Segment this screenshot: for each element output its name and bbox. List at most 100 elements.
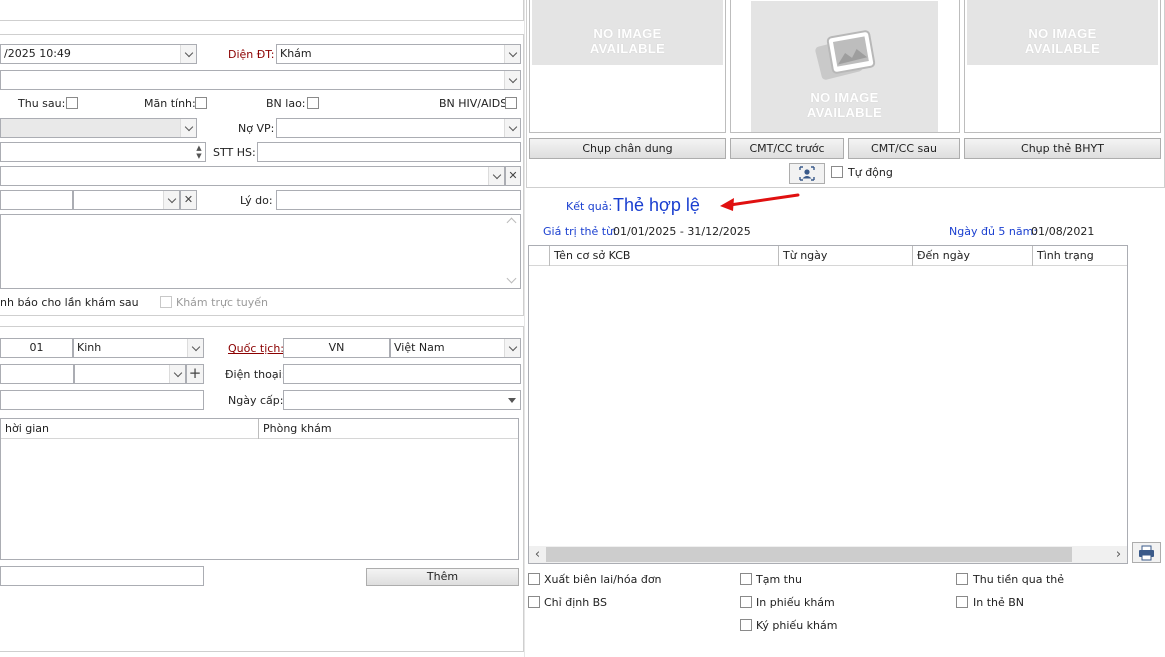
thu-sau-checkbox[interactable]: [66, 97, 78, 109]
notes-textarea[interactable]: [0, 214, 521, 289]
grid-col-from-date[interactable]: Từ ngày: [779, 246, 913, 266]
ethnic-select[interactable]: Kinh: [73, 338, 204, 358]
stepper-arrows-icon[interactable]: ▲ ▼: [194, 144, 204, 160]
long-select-field[interactable]: [0, 70, 521, 90]
red-arrow-annotation: [720, 193, 800, 211]
textarea-scrollbar[interactable]: [504, 215, 520, 288]
quoc-tich-select[interactable]: Việt Nam: [390, 338, 521, 358]
grid-col-time[interactable]: hời gian: [1, 419, 259, 439]
scroll-up-icon[interactable]: [506, 217, 517, 228]
ethnic-value: Kinh: [77, 341, 102, 354]
bn-hiv-checkbox[interactable]: [505, 97, 517, 109]
chi-dinh-bs-checkbox[interactable]: [528, 596, 540, 608]
chevron-down-icon[interactable]: [163, 191, 179, 209]
id-number-input[interactable]: [0, 390, 204, 410]
result-value: Thẻ hợp lệ: [613, 195, 700, 215]
stt-hs-input[interactable]: [257, 142, 521, 162]
print-button[interactable]: [1132, 542, 1161, 563]
chevron-down-icon[interactable]: [169, 365, 185, 383]
room-grid[interactable]: hời gian Phòng khám: [0, 418, 519, 560]
wide-select-field[interactable]: [0, 166, 505, 186]
in-phieu-kham-checkbox[interactable]: [740, 596, 752, 608]
online-exam-checkbox[interactable]: [160, 296, 172, 308]
man-tinh-checkbox[interactable]: [195, 97, 207, 109]
chevron-down-icon[interactable]: [504, 45, 520, 63]
clear-x-icon[interactable]: ✕: [505, 166, 521, 186]
capture-portrait-button[interactable]: Chụp chân dung: [529, 138, 726, 159]
ky-phieu-kham-label: Ký phiếu khám: [756, 619, 838, 632]
disabled-select-field[interactable]: [0, 118, 197, 138]
dien-dt-value: Khám: [280, 47, 312, 60]
validity-label: Giá trị thẻ từ:: [543, 225, 617, 238]
phone-input[interactable]: [283, 364, 521, 384]
horizontal-scrollbar[interactable]: ‹ ›: [529, 546, 1127, 563]
grid-col-to-date[interactable]: Đến ngày: [913, 246, 1033, 266]
auto-checkbox[interactable]: [831, 166, 843, 178]
ly-do-input[interactable]: [276, 190, 521, 210]
thu-tien-the-checkbox[interactable]: [956, 573, 968, 585]
bn-lao-checkbox[interactable]: [307, 97, 319, 109]
room-grid-header: hời gian Phòng khám: [1, 419, 518, 439]
grid-col-facility[interactable]: Tên cơ sở KCB: [550, 246, 779, 266]
five-year-value: 01/08/2021: [1031, 225, 1095, 238]
dien-dt-select[interactable]: Khám: [276, 44, 521, 64]
address-input-a[interactable]: [0, 364, 74, 384]
in-the-bn-checkbox[interactable]: [956, 596, 968, 608]
quoc-tich-code: VN: [328, 341, 345, 354]
ly-do-label: Lý do:: [240, 194, 273, 207]
ky-phieu-kham-checkbox[interactable]: [740, 619, 752, 631]
capture-id-back-button[interactable]: CMT/CC sau: [848, 138, 960, 159]
stt-hs-label: STT HS:: [213, 146, 256, 159]
quoc-tich-code-input[interactable]: VN: [283, 338, 390, 358]
scroll-left-icon[interactable]: ‹: [529, 546, 546, 563]
history-grid[interactable]: Tên cơ sở KCB Từ ngày Đến ngày Tình trạn…: [528, 245, 1128, 564]
tam-thu-checkbox[interactable]: [740, 573, 752, 585]
xuat-bien-lai-checkbox[interactable]: [528, 573, 540, 585]
no-vp-label: Nợ VP:: [238, 122, 275, 135]
chevron-down-icon[interactable]: [504, 119, 520, 137]
number-stepper[interactable]: ▲ ▼: [0, 142, 206, 162]
capture-card-button[interactable]: Chụp thẻ BHYT: [964, 138, 1161, 159]
notify-next-visit-label: nh báo cho lần khám sau: [0, 296, 139, 309]
chevron-down-icon[interactable]: [504, 391, 520, 409]
scroll-down-icon[interactable]: [506, 273, 517, 284]
image-placeholder-icon: [814, 29, 875, 80]
insurance-card-image: NO IMAGE AVAILABLE: [964, 0, 1161, 133]
in-the-bn-label: In thẻ BN: [973, 596, 1025, 609]
bn-lao-label: BN lao:: [266, 97, 306, 110]
chevron-down-icon[interactable]: [504, 71, 520, 89]
address-select-b[interactable]: [74, 364, 186, 384]
grid-col-room[interactable]: Phòng khám: [259, 419, 518, 439]
no-vp-select[interactable]: [276, 118, 521, 138]
chi-dinh-bs-label: Chỉ định BS: [544, 596, 608, 609]
chevron-down-icon[interactable]: [504, 339, 520, 357]
thu-sau-label: Thu sau:: [18, 97, 66, 110]
bottom-input[interactable]: [0, 566, 204, 586]
clear-x-icon[interactable]: ✕: [180, 190, 197, 210]
add-button[interactable]: Thêm: [366, 568, 519, 586]
age-input[interactable]: 01: [0, 338, 73, 358]
printer-icon: [1139, 545, 1154, 561]
registration-time-field[interactable]: /2025 10:49: [0, 44, 197, 64]
small-select-b[interactable]: [73, 190, 180, 210]
chevron-down-icon[interactable]: [180, 119, 196, 137]
dien-thoai-label: Điện thoại:: [225, 368, 286, 381]
chevron-down-icon[interactable]: [187, 339, 203, 357]
grid-col-status[interactable]: Tình trạng: [1033, 246, 1127, 266]
thu-tien-the-label: Thu tiền qua thẻ: [973, 573, 1065, 586]
chevron-down-icon[interactable]: [180, 45, 196, 63]
top-panel: [0, 0, 524, 21]
add-plus-icon[interactable]: +: [186, 364, 204, 384]
small-input-a[interactable]: [0, 190, 73, 210]
auto-label: Tự động: [848, 166, 893, 179]
row-indicator-header: [529, 246, 550, 266]
ngay-cap-select[interactable]: [283, 390, 521, 410]
capture-id-front-button[interactable]: CMT/CC trước: [730, 138, 844, 159]
no-image-placeholder: NO IMAGE AVAILABLE: [532, 0, 723, 65]
five-year-label: Ngày đủ 5 năm:: [949, 225, 1038, 238]
online-exam-label: Khám trực tuyến: [176, 296, 269, 309]
scroll-right-icon[interactable]: ›: [1110, 546, 1127, 563]
scroll-thumb[interactable]: [546, 547, 1072, 562]
chevron-down-icon[interactable]: [488, 167, 504, 185]
face-scan-button[interactable]: [789, 163, 825, 184]
